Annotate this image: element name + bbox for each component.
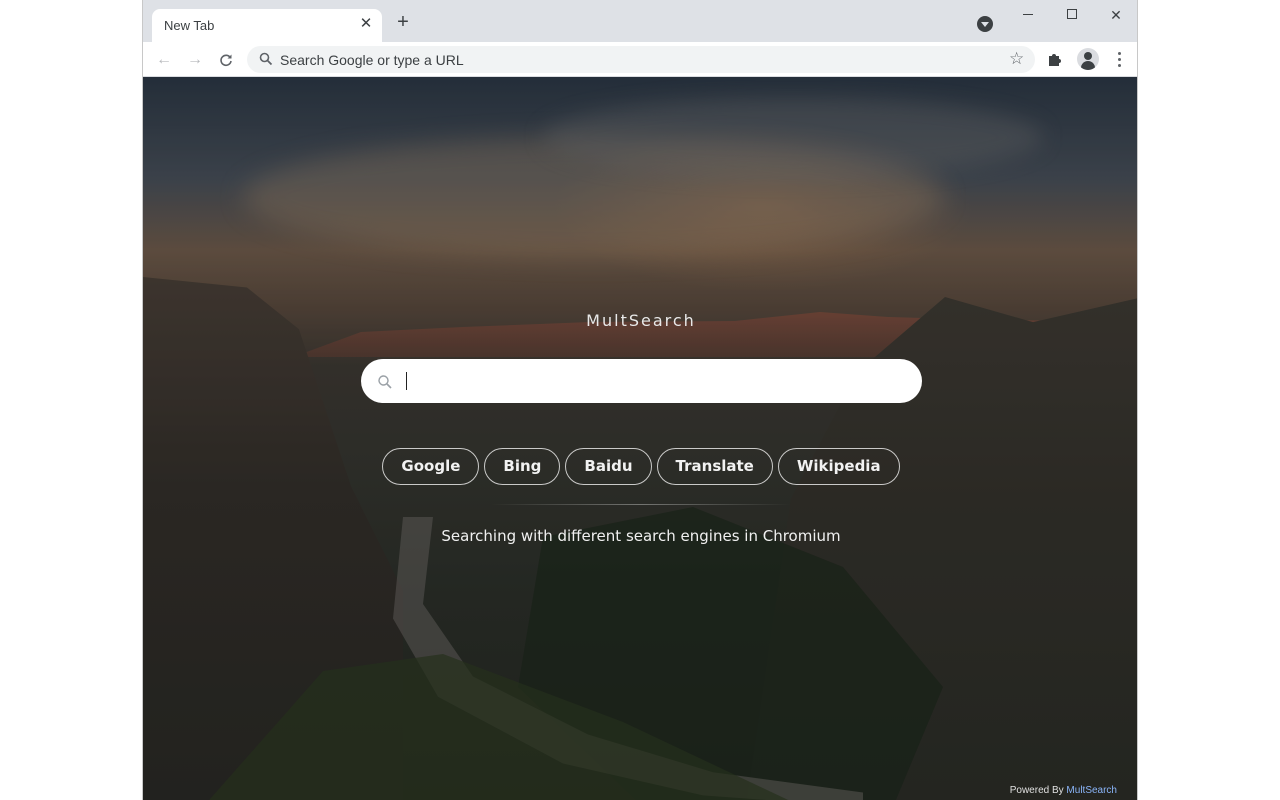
brand-title: MultSearch xyxy=(586,311,696,330)
more-menu-icon[interactable] xyxy=(1109,49,1129,69)
forward-button[interactable]: → xyxy=(183,48,207,72)
new-tab-button[interactable]: + xyxy=(393,12,413,32)
powered-by: Powered By MultSearch xyxy=(1010,785,1117,796)
tab-close-icon[interactable]: ✕ xyxy=(358,16,374,32)
menu-dot xyxy=(1118,52,1121,55)
tab-new-tab[interactable]: New Tab ✕ xyxy=(152,9,382,42)
browser-toolbar: ← → Search Google or type a URL ☆ xyxy=(143,42,1137,77)
engine-button-bing[interactable]: Bing xyxy=(484,448,561,485)
search-icon xyxy=(378,375,392,389)
browser-window: New Tab ✕ + ✕ ← → Search Google or type … xyxy=(142,0,1138,800)
search-box[interactable] xyxy=(361,359,922,403)
search-icon xyxy=(259,52,273,66)
engine-button-google[interactable]: Google xyxy=(382,448,480,485)
extensions-puzzle-icon[interactable] xyxy=(1045,49,1065,69)
background-overlay xyxy=(143,77,1137,800)
engine-button-wikipedia[interactable]: Wikipedia xyxy=(777,448,900,485)
search-input[interactable] xyxy=(405,368,905,394)
back-button[interactable]: ← xyxy=(152,48,176,72)
avatar-body xyxy=(1081,61,1095,70)
new-tab-page: MultSearch Google Bing Baidu Translate W… xyxy=(143,77,1137,800)
powered-by-prefix: Powered By xyxy=(1009,785,1064,796)
engine-button-translate[interactable]: Translate xyxy=(656,448,773,485)
omnibox-placeholder: Search Google or type a URL xyxy=(280,52,464,68)
maximize-icon xyxy=(1067,9,1077,19)
minimize-button[interactable] xyxy=(1010,4,1046,26)
menu-dot xyxy=(1118,64,1121,67)
close-window-button[interactable]: ✕ xyxy=(1098,4,1134,26)
maximize-button[interactable] xyxy=(1054,4,1090,26)
tagline: Searching with different search engines … xyxy=(441,527,841,545)
reload-button[interactable] xyxy=(214,48,238,72)
bookmark-star-icon[interactable]: ☆ xyxy=(1009,49,1024,69)
powered-by-link[interactable]: MultSearch xyxy=(1066,785,1117,796)
omnibox[interactable]: Search Google or type a URL ☆ xyxy=(247,46,1035,73)
divider xyxy=(491,504,791,505)
engine-button-baidu[interactable]: Baidu xyxy=(565,448,652,485)
menu-dot xyxy=(1118,58,1121,61)
minimize-icon xyxy=(1023,14,1033,15)
tab-title: New Tab xyxy=(164,18,215,33)
reload-icon xyxy=(220,54,232,67)
avatar-head xyxy=(1084,52,1092,60)
tab-strip: New Tab ✕ + ✕ xyxy=(143,0,1137,42)
tab-search-icon[interactable] xyxy=(977,16,993,32)
profile-avatar-button[interactable] xyxy=(1077,48,1099,70)
engine-buttons: Google Bing Baidu Translate Wikipedia xyxy=(143,448,1137,485)
